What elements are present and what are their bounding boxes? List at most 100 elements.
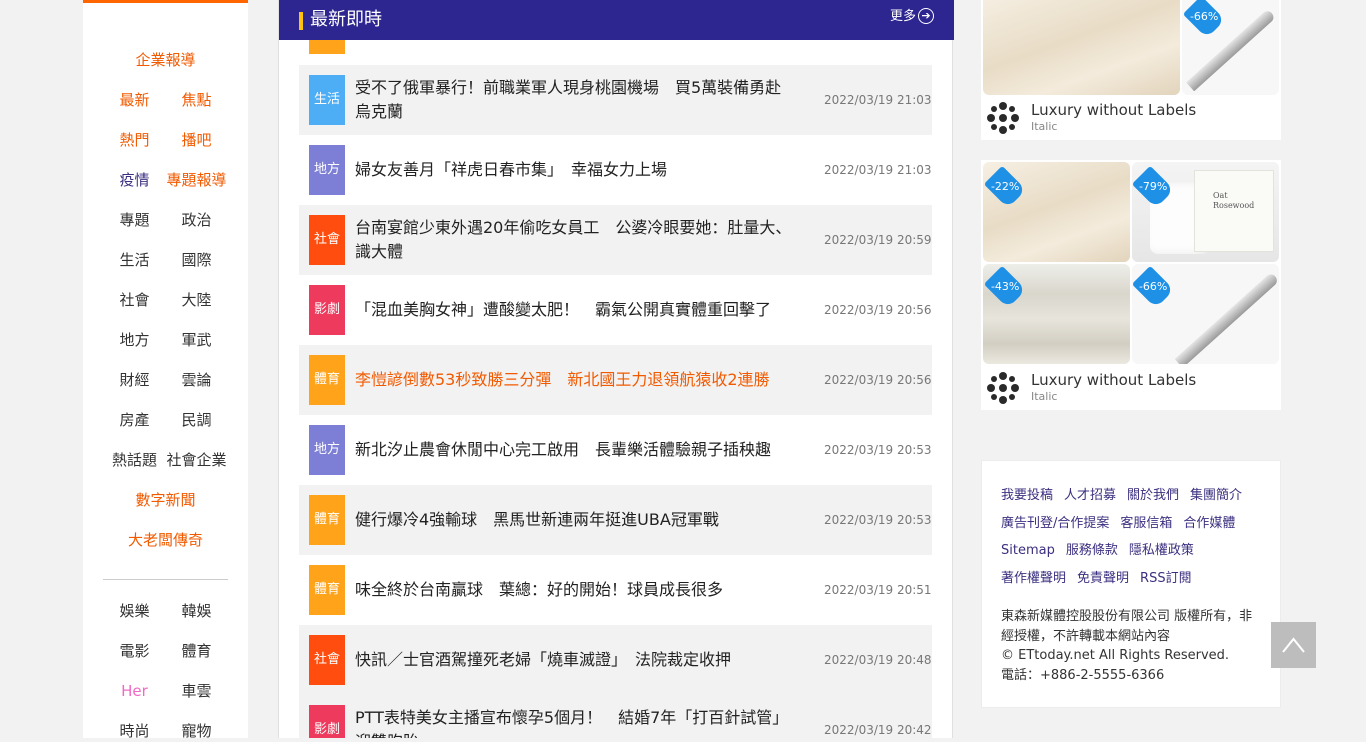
more-link[interactable]: 更多 bbox=[890, 8, 916, 26]
nav-item-polls[interactable]: 民調 bbox=[155, 409, 238, 431]
footer-links-row: Sitemap 服務條款 隱私權政策 bbox=[1001, 542, 1205, 560]
news-time: 2022/03/19 20:42 bbox=[824, 723, 932, 737]
footer-link[interactable]: 免責聲明 bbox=[1077, 571, 1129, 586]
nav-item-focus[interactable]: 焦點 bbox=[155, 89, 238, 111]
header-accent-bar bbox=[299, 12, 303, 30]
nav-item-boss-legend[interactable]: 大老闆傳奇 bbox=[83, 529, 248, 550]
nav-item-international[interactable]: 國際 bbox=[155, 249, 238, 271]
news-headline[interactable]: 婦女友善月「祥虎日春市集」 幸福女力上場 bbox=[355, 158, 795, 182]
nav-row: 熱門 播吧 bbox=[83, 129, 248, 151]
nav-row: 疫情 專題報導 bbox=[83, 169, 248, 191]
nav-row: 財經 雲論 bbox=[83, 369, 248, 391]
category-tag: 體育 bbox=[309, 495, 345, 545]
news-headline[interactable]: 「混血美胸女神」遭酸變太肥！ 霸氣公開真實體重回擊了 bbox=[355, 298, 795, 322]
nav-row: 社會 大陸 bbox=[83, 289, 248, 311]
nav-row: 專題 政治 bbox=[83, 209, 248, 231]
news-time: 2022/03/19 21:03 bbox=[824, 93, 932, 107]
footer-link[interactable]: 隱私權政策 bbox=[1129, 543, 1194, 558]
news-headline[interactable]: 台南宴館少東外遇20年偷吃女員工 公婆冷眼要她：肚量大、識大體 bbox=[355, 216, 795, 264]
section-title: 最新即時 bbox=[310, 9, 382, 30]
nav-item-politics[interactable]: 政治 bbox=[155, 209, 238, 231]
news-time: 2022/03/19 20:51 bbox=[824, 583, 932, 597]
category-tag: 生活 bbox=[309, 75, 345, 125]
news-time: 2022/03/19 20:59 bbox=[824, 233, 932, 247]
nav-item-cars[interactable]: 車雲 bbox=[155, 680, 238, 702]
footer-link[interactable]: 服務條款 bbox=[1066, 543, 1118, 558]
nav-item-numbers-news[interactable]: 數字新聞 bbox=[83, 489, 248, 510]
ad-brand-name[interactable]: Luxury without Labels bbox=[1031, 101, 1196, 119]
nav-item-broadcast[interactable]: 播吧 bbox=[155, 129, 238, 151]
footer-links-row: 我要投稿 人才招募 關於我們 集團簡介 bbox=[1001, 487, 1253, 505]
nav-row: 房產 民調 bbox=[83, 409, 248, 431]
footer-link[interactable]: RSS訂閱 bbox=[1140, 571, 1192, 586]
nav-divider bbox=[103, 579, 228, 580]
category-tag: 影劇 bbox=[309, 285, 345, 335]
news-item[interactable]: 生活 受不了俄軍暴行！前職業軍人現身桃園機場 買5萬裝備勇赴烏克蘭 2022/0… bbox=[299, 65, 932, 135]
contact-phone: 電話：+886-2-5555-6366 bbox=[1001, 667, 1165, 683]
news-item[interactable]: 社會 快訊／士官酒駕撞死老婦「燒車滅證」 法院裁定收押 2022/03/19 2… bbox=[299, 625, 932, 695]
nav-item-special-report[interactable]: 專題報導 bbox=[155, 169, 238, 191]
footer-links-row: 廣告刊登/合作提案 客服信箱 合作媒體 bbox=[1001, 515, 1246, 533]
nav-item-military[interactable]: 軍武 bbox=[155, 329, 238, 351]
footer-link[interactable]: Sitemap bbox=[1001, 543, 1055, 558]
footer-link[interactable]: 我要投稿 bbox=[1001, 488, 1053, 503]
news-headline[interactable]: 健行爆冷4強輸球 黑馬世新連兩年挺進UBA冠軍戰 bbox=[355, 508, 795, 532]
copyright-block: 東森新媒體控股股份有限公司 版權所有，非經授權，不許轉載本網站內容 © ETto… bbox=[1001, 607, 1263, 685]
news-time: 2022/03/19 20:56 bbox=[824, 303, 932, 317]
ad-image-towel[interactable] bbox=[983, 0, 1180, 95]
ad-brand-name[interactable]: Luxury without Labels bbox=[1031, 371, 1196, 389]
category-tag: 地方 bbox=[309, 425, 345, 475]
section-header: 最新即時 更多 ➔ bbox=[279, 0, 954, 40]
news-headline[interactable]: 新北汐止農會休閒中心完工啟用 長輩樂活體驗親子插秧趣 bbox=[355, 438, 795, 462]
nav-row: 娛樂 韓娛 bbox=[83, 600, 248, 622]
footer-link[interactable]: 人才招募 bbox=[1064, 488, 1116, 503]
news-item[interactable]: 地方 新北汐止農會休閒中心完工啟用 長輩樂活體驗親子插秧趣 2022/03/19… bbox=[299, 415, 932, 485]
ad-banner-top[interactable]: -66% Luxury without Labels Italic bbox=[981, 0, 1281, 140]
category-tag: 體育 bbox=[309, 565, 345, 615]
news-time: 2022/03/19 20:48 bbox=[824, 653, 932, 667]
copyright-text: 東森新媒體控股股份有限公司 版權所有，非經授權，不許轉載本網站內容 bbox=[1001, 609, 1253, 644]
nav-row: 電影 體育 bbox=[83, 640, 248, 662]
category-tag: 體育 bbox=[309, 355, 345, 405]
footer-link[interactable]: 客服信箱 bbox=[1120, 516, 1172, 531]
news-headline[interactable]: 味全終於台南贏球 葉總：好的開始！球員成長很多 bbox=[355, 578, 795, 602]
news-item[interactable]: 體育 李愷諺倒數53秒致勝三分彈 新北國王力退領航猿收2連勝 2022/03/1… bbox=[299, 345, 932, 415]
ad-brand-sub: Italic bbox=[1031, 390, 1058, 403]
news-headline[interactable]: 快訊／士官酒駕撞死老婦「燒車滅證」 法院裁定收押 bbox=[355, 648, 795, 672]
news-headline[interactable]: PTT表特美女主播宣布懷孕5個月！ 結婚7年「打百針試管」迎雙胞胎 bbox=[355, 706, 795, 738]
arrow-right-circle-icon[interactable]: ➔ bbox=[918, 8, 934, 24]
brand-logo-icon bbox=[987, 372, 1019, 404]
news-item[interactable]: 影劇 「混血美胸女神」遭酸變太肥！ 霸氣公開真實體重回擊了 2022/03/19… bbox=[299, 275, 932, 345]
latest-news-panel: 最新即時 更多 ➔ 生活 受不了俄軍暴行！前職業軍人現身桃園機場 買5萬裝備勇赴… bbox=[278, 0, 954, 738]
nav-item-opinion[interactable]: 雲論 bbox=[155, 369, 238, 391]
news-item[interactable]: 體育 健行爆冷4強輸球 黑馬世新連兩年挺進UBA冠軍戰 2022/03/19 2… bbox=[299, 485, 932, 555]
footer-link[interactable]: 關於我們 bbox=[1127, 488, 1179, 503]
footer-link[interactable]: 廣告刊登/合作提案 bbox=[1001, 516, 1109, 531]
ad-banner-grid[interactable]: ▷✕ Oat Rosewood -22% -79% -43% -66% Luxu… bbox=[981, 160, 1281, 410]
nav-row: 地方 軍武 bbox=[83, 329, 248, 351]
news-item[interactable]: 地方 婦女友善月「祥虎日春市集」 幸福女力上場 2022/03/19 21:03 bbox=[299, 135, 932, 205]
news-time: 2022/03/19 21:03 bbox=[824, 163, 932, 177]
copyright-text: © ETtoday.net All Rights Reserved. bbox=[1001, 648, 1230, 663]
news-item[interactable]: 體育 味全終於台南贏球 葉總：好的開始！球員成長很多 2022/03/19 20… bbox=[299, 555, 932, 625]
news-item[interactable]: 社會 台南宴館少東外遇20年偷吃女員工 公婆冷眼要她：肚量大、識大體 2022/… bbox=[299, 205, 932, 275]
footer-link[interactable]: 集團簡介 bbox=[1190, 488, 1242, 503]
nav-item-sports[interactable]: 體育 bbox=[155, 640, 238, 662]
news-headline[interactable]: 李愷諺倒數53秒致勝三分彈 新北國王力退領航猿收2連勝 bbox=[355, 368, 795, 392]
ad-box-text: Oat Rosewood bbox=[1213, 191, 1255, 210]
nav-row: 生活 國際 bbox=[83, 249, 248, 271]
site-footer: 我要投稿 人才招募 關於我們 集團簡介 廣告刊登/合作提案 客服信箱 合作媒體 Sitem… bbox=[981, 460, 1281, 708]
back-to-top-button[interactable] bbox=[1271, 622, 1316, 668]
nav-item-korean-ent[interactable]: 韓娛 bbox=[155, 600, 238, 622]
nav-item-corporate[interactable]: 企業報導 bbox=[83, 49, 248, 70]
footer-link[interactable]: 著作權聲明 bbox=[1001, 571, 1066, 586]
left-nav: 企業報導 最新 焦點 熱門 播吧 疫情 專題報導 專題 政治 生活 國際 社會 … bbox=[83, 0, 248, 740]
news-headline[interactable]: 受不了俄軍暴行！前職業軍人現身桃園機場 買5萬裝備勇赴烏克蘭 bbox=[355, 76, 795, 124]
nav-item-pets[interactable]: 寵物 bbox=[155, 720, 238, 742]
footer-link[interactable]: 合作媒體 bbox=[1183, 516, 1235, 531]
nav-item-social-enterprise[interactable]: 社會企業 bbox=[155, 449, 238, 471]
nav-item-china[interactable]: 大陸 bbox=[155, 289, 238, 311]
category-tag: 地方 bbox=[309, 145, 345, 195]
nav-row: 時尚 寵物 bbox=[83, 720, 248, 742]
news-item[interactable]: 影劇 PTT表特美女主播宣布懷孕5個月！ 結婚7年「打百針試管」迎雙胞胎 202… bbox=[299, 695, 932, 738]
